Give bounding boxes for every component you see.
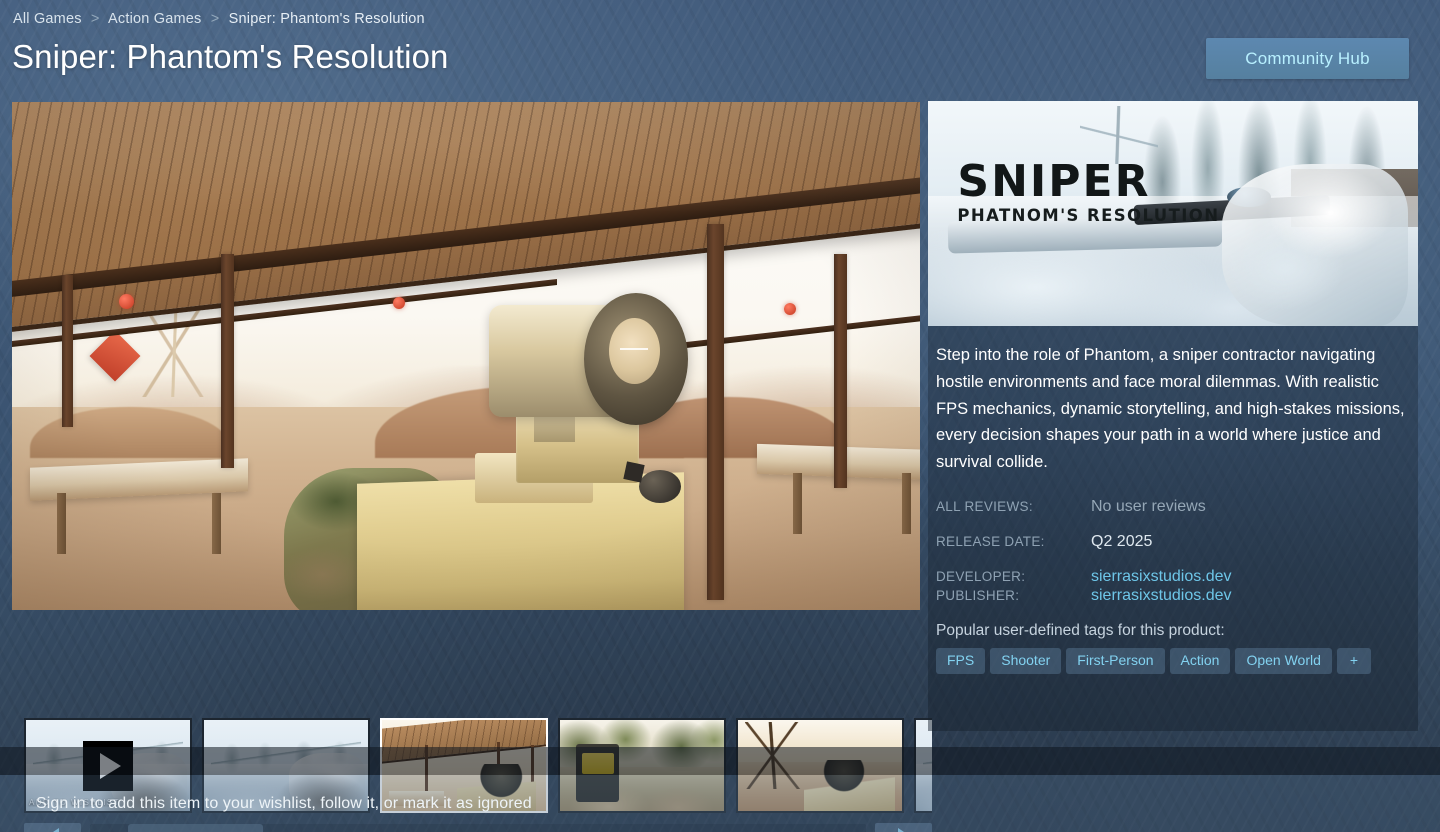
hero-bench-leg	[57, 493, 67, 555]
hero-awning-post	[61, 274, 73, 428]
hero-rifle-bolt	[638, 470, 681, 504]
meta-value-release-date: Q2 2025	[1091, 532, 1153, 550]
tag-fps[interactable]: FPS	[936, 647, 986, 675]
game-info-sidebar: SNIPER PHATNOM'S RESOLUTION Step into th…	[928, 101, 1418, 731]
breadcrumb-item-action-games[interactable]: Action Games	[108, 11, 201, 27]
hero-awning-post	[220, 254, 235, 468]
wishlist-signin-text: Sign in to add this item to your wishlis…	[36, 794, 532, 812]
meta-value-all-reviews: No user reviews	[1091, 497, 1206, 515]
tag-first-person[interactable]: First-Person	[1066, 647, 1165, 675]
meta-label-publisher: PUBLISHER:	[936, 587, 1020, 603]
page-title: Sniper: Phantom's Resolution	[12, 38, 449, 75]
hero-red-marker	[783, 303, 796, 316]
wishlist-signin-bar: Sign in to add this item to your wishlis…	[0, 775, 1440, 832]
hero-awning-post	[706, 223, 724, 600]
hero-bench-leg	[901, 472, 911, 534]
sidebar-body: Step into the role of Phantom, a sniper …	[928, 326, 1418, 675]
meta-row-developer: DEVELOPER: sierrasixstudios.dev	[936, 568, 1408, 586]
hero-bench-leg	[211, 493, 221, 555]
tag-action[interactable]: Action	[1169, 647, 1231, 675]
hero-screenshot[interactable]	[12, 102, 920, 610]
breadcrumb-item-current: Sniper: Phantom's Resolution	[228, 11, 425, 27]
hero-scope-reticle	[620, 348, 648, 351]
media-column: ADD TO WISHLIST	[12, 102, 932, 832]
hero-rifle-bolt-knob	[623, 460, 645, 483]
community-hub-button[interactable]: Community Hub	[1206, 38, 1409, 79]
tag-open-world[interactable]: Open World	[1235, 647, 1332, 675]
breadcrumb-item-all-games[interactable]: All Games	[13, 11, 82, 27]
meta-label-release-date: RELEASE DATE:	[936, 533, 1045, 549]
tag-list: FPS Shooter First-Person Action Open Wor…	[936, 647, 1408, 675]
tags-heading: Popular user-defined tags for this produ…	[936, 621, 1225, 639]
breadcrumb: All Games > Action Games > Sniper: Phant…	[13, 11, 425, 27]
footer-divider-band	[0, 747, 1440, 775]
meta-row-publisher: PUBLISHER: sierrasixstudios.dev	[936, 587, 1408, 605]
meta-label-all-reviews: ALL REVIEWS:	[936, 498, 1033, 514]
hero-scope-lens	[609, 317, 661, 384]
meta-value-publisher[interactable]: sierrasixstudios.dev	[1091, 587, 1232, 605]
capsule-ghillie-sniper	[1222, 164, 1409, 326]
breadcrumb-separator: >	[90, 11, 100, 27]
tag-shooter[interactable]: Shooter	[990, 647, 1062, 675]
steam-store-page: All Games > Action Games > Sniper: Phant…	[0, 0, 1440, 832]
breadcrumb-separator: >	[210, 11, 220, 27]
capsule-crane	[1079, 105, 1159, 164]
tag-more-button[interactable]: +	[1336, 647, 1372, 675]
hero-awning-post	[833, 254, 848, 489]
meta-value-developer[interactable]: sierrasixstudios.dev	[1091, 568, 1232, 586]
meta-label-developer: DEVELOPER:	[936, 568, 1026, 584]
hero-bench-leg	[792, 472, 802, 534]
meta-row-release-date: RELEASE DATE: Q2 2025	[936, 533, 1408, 551]
game-capsule-image: SNIPER PHATNOM'S RESOLUTION	[928, 101, 1418, 326]
game-description: Step into the role of Phantom, a sniper …	[936, 346, 1405, 472]
meta-row-all-reviews: ALL REVIEWS: No user reviews	[936, 498, 1408, 516]
